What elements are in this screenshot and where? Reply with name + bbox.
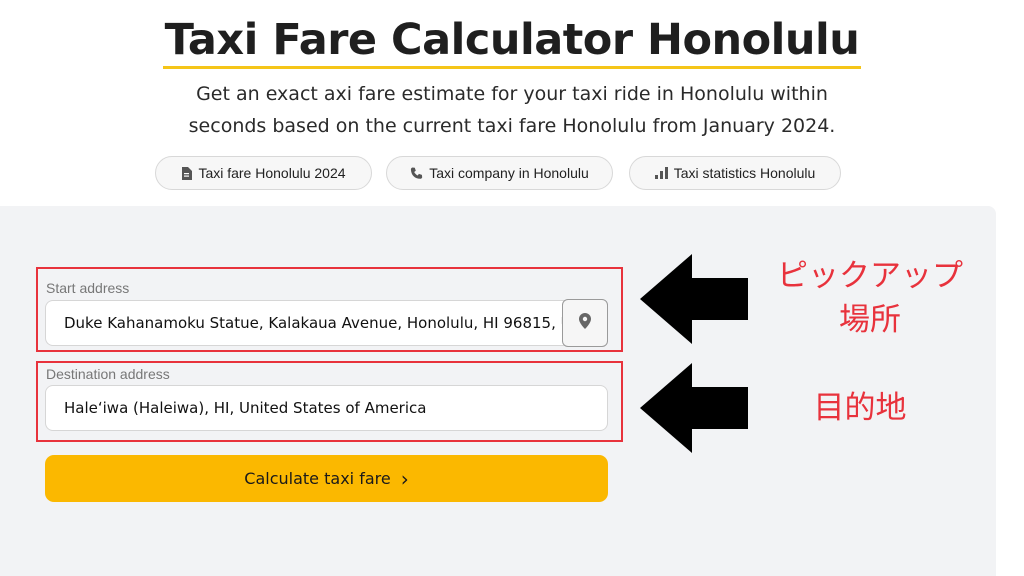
pickup-line-1: ピックアップ — [777, 258, 963, 294]
destination-annotation: 目的地 — [813, 390, 907, 426]
subtitle-line-1: Get an exact axi fare estimate for your … — [196, 83, 828, 105]
arrow-left-icon — [640, 254, 748, 344]
pill-label: Taxi fare Honolulu 2024 — [198, 165, 346, 181]
calculate-fare-button[interactable]: Calculate taxi fare › — [45, 455, 608, 502]
pill-label: Taxi statistics Honolulu — [673, 165, 816, 181]
chevron-right-icon: › — [400, 466, 409, 491]
pill-taxi-company[interactable]: Taxi company in Honolulu — [386, 156, 613, 190]
pickup-line-2: 場所 — [839, 302, 901, 338]
bar-chart-icon — [654, 167, 668, 179]
document-icon — [181, 166, 193, 180]
arrow-left-icon — [640, 363, 748, 453]
destination-highlight-box — [36, 361, 623, 442]
page-subtitle: Get an exact axi fare estimate for your … — [0, 78, 1024, 142]
calculate-label: Calculate taxi fare — [244, 469, 391, 488]
pill-label: Taxi company in Honolulu — [429, 165, 589, 181]
pill-taxi-statistics[interactable]: Taxi statistics Honolulu — [629, 156, 841, 190]
title-wrap: Taxi Fare Calculator Honolulu — [0, 14, 1024, 69]
pill-taxi-fare[interactable]: Taxi fare Honolulu 2024 — [155, 156, 372, 190]
start-highlight-box — [36, 267, 623, 352]
phone-icon — [410, 167, 423, 180]
page-title: Taxi Fare Calculator Honolulu — [162, 14, 862, 69]
subtitle-line-2: seconds based on the current taxi fare H… — [188, 115, 836, 137]
pickup-annotation: ピックアップ 場所 — [760, 254, 980, 342]
